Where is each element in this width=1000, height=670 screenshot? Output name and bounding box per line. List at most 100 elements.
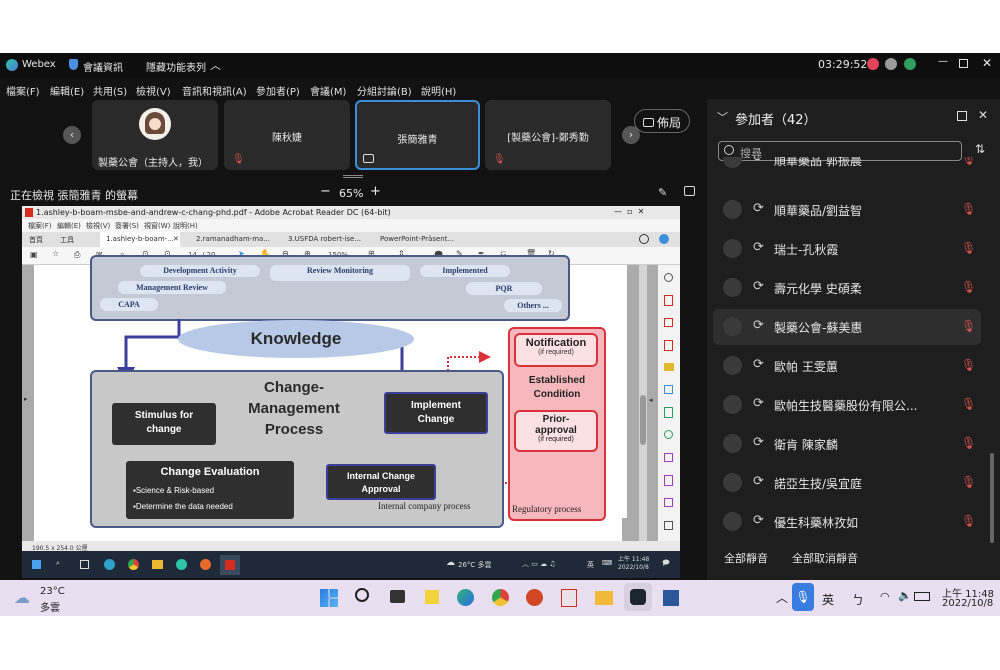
resize-handle[interactable] — [343, 175, 363, 178]
participant-row[interactable]: ⟳ 歐帕 王雯蕙 🎙 — [713, 348, 981, 384]
participant-row[interactable]: ⟳ 瑞士-孔秋霞 🎙 — [713, 231, 981, 267]
participant-row[interactable]: ⟳ 優生科藥林孜如 🎙 — [713, 504, 981, 540]
firefox-icon[interactable] — [200, 559, 211, 570]
acrobat-menu-item[interactable]: 簽署(S) — [115, 221, 139, 231]
video-tile[interactable]: [製藥公會]-鄭秀勤 🎙 — [485, 100, 611, 170]
menu-help[interactable]: 說明(H) — [421, 83, 456, 98]
tool-edit-icon[interactable] — [664, 385, 673, 394]
muted-mic-icon[interactable]: 🎙 — [961, 241, 976, 255]
zoom-out-button[interactable]: − — [320, 184, 331, 199]
account-icon[interactable] — [659, 234, 669, 244]
tool-zoom-icon[interactable] — [664, 273, 673, 282]
edge-icon[interactable] — [457, 589, 474, 606]
tool-export-icon[interactable] — [664, 340, 673, 351]
zoom-in-button[interactable]: + — [370, 184, 381, 199]
tab-tools[interactable]: 工具 — [60, 235, 74, 245]
participant-row[interactable]: ⟳ 歐帕生技醫藥股份有限公... 🎙 — [713, 387, 981, 423]
video-tile[interactable]: 陳秋婕 🎙 — [224, 100, 350, 170]
battery-icon[interactable] — [914, 592, 930, 601]
vertical-scrollbar[interactable] — [639, 265, 647, 541]
participant-row-hovered[interactable]: ⟳ 製藥公會-蘇美惠 🎙 — [713, 309, 981, 345]
notification-icon[interactable]: 🗩 — [662, 559, 670, 570]
menu-edit[interactable]: 編輯(E) — [50, 83, 84, 98]
restore-icon[interactable] — [959, 59, 968, 68]
edge-icon[interactable] — [104, 559, 115, 570]
taskview-icon[interactable] — [390, 590, 405, 603]
volume-icon[interactable]: 🔈 — [898, 589, 912, 602]
menu-file[interactable]: 檔案(F) — [6, 83, 40, 98]
tiles-prev-button[interactable]: ‹ — [63, 126, 81, 144]
chrome-icon[interactable] — [128, 559, 139, 570]
windows-start-icon[interactable] — [32, 560, 41, 569]
doc-tab[interactable]: 3.USFDA robert-ise... — [288, 235, 361, 243]
annotate-icon[interactable]: ✎ — [658, 186, 667, 199]
doc-tab[interactable]: 2.ramanadham-ma... — [196, 235, 270, 243]
word-icon[interactable] — [663, 590, 679, 606]
tab-home[interactable]: 首頁 — [29, 235, 43, 245]
menu-view[interactable]: 檢視(V) — [136, 83, 171, 98]
ime-language[interactable]: 英 — [822, 591, 834, 608]
menu-audio-video[interactable]: 音訊和視訊(A) — [182, 83, 247, 98]
star-icon[interactable]: ☆ — [52, 249, 59, 258]
tool-fill-sign-icon[interactable] — [664, 453, 673, 462]
tool-compress-icon[interactable] — [664, 430, 673, 439]
muted-mic-icon[interactable]: 🎙 — [961, 397, 976, 411]
close-icon[interactable]: ✕ — [982, 56, 992, 70]
muted-mic-icon[interactable]: 🎙 — [961, 475, 976, 489]
print-icon[interactable]: ⎙ — [74, 250, 80, 260]
unmute-all-button[interactable]: 全部取消靜音 — [792, 550, 858, 566]
acrobat-icon[interactable] — [561, 589, 577, 607]
help-icon[interactable] — [639, 234, 649, 244]
muted-mic-icon[interactable]: 🎙 — [961, 436, 976, 450]
menu-meeting[interactable]: 會議(M) — [310, 83, 346, 98]
file-explorer-icon[interactable] — [595, 591, 613, 605]
participant-row[interactable]: ⟳ 壽元化學 史碩柔 🎙 — [713, 270, 981, 306]
popout-icon[interactable] — [957, 111, 967, 121]
acrobat-menu-item[interactable]: 檔案(F) — [28, 221, 52, 231]
muted-mic-icon[interactable]: 🎙 — [961, 280, 976, 294]
doc-tab-active[interactable]: 1.ashley-b-boam-... — [100, 232, 180, 247]
menu-participants[interactable]: 參加者(P) — [256, 83, 300, 98]
close-icon[interactable]: ✕ — [978, 108, 988, 122]
acrobat-task-icon[interactable] — [220, 555, 240, 575]
microphone-icon[interactable]: 🎙 — [792, 583, 814, 611]
ime-mode[interactable]: ㄅ — [852, 591, 864, 608]
acrobat-menu-item[interactable]: 編輯(E) — [57, 221, 81, 231]
tray-icons[interactable]: ︿ ▭ ☁ ♫ — [522, 559, 556, 569]
video-tile-host[interactable]: 製藥公會（主持人，我） — [92, 100, 218, 170]
layout-button[interactable]: 佈局 — [634, 109, 690, 133]
meeting-info-button[interactable]: 會議資訊 — [83, 59, 123, 74]
mute-all-button[interactable]: 全部靜音 — [724, 550, 768, 566]
stats-icon[interactable] — [904, 58, 916, 70]
participant-row[interactable]: ⟳ 順華藥品 郭振晨 🎙 — [713, 157, 981, 175]
search-icon[interactable] — [355, 588, 369, 602]
menu-share[interactable]: 共用(S) — [93, 83, 127, 98]
menu-breakout[interactable]: 分組討論(B) — [357, 83, 412, 98]
tool-protect-icon[interactable] — [664, 475, 673, 486]
chrome-icon[interactable] — [492, 589, 509, 606]
taskview-icon[interactable] — [80, 560, 89, 569]
explorer-icon[interactable] — [152, 560, 163, 569]
save-icon[interactable]: ▣ — [30, 250, 38, 259]
link-icon[interactable] — [885, 58, 897, 70]
muted-mic-icon[interactable]: 🎙 — [961, 514, 976, 528]
sort-icon[interactable]: ⇅ — [975, 142, 985, 156]
acrobat-menu-item[interactable]: 說明(H) — [173, 221, 198, 231]
participant-row[interactable]: ⟳ 諾亞生技/吳宜庭 🎙 — [713, 465, 981, 501]
sticky-notes-icon[interactable] — [425, 590, 439, 604]
muted-mic-icon[interactable]: 🎙 — [961, 358, 976, 372]
tool-comment-icon[interactable] — [664, 363, 674, 371]
webex-active-icon[interactable] — [624, 583, 652, 611]
ime-lang[interactable]: 英 — [587, 560, 594, 570]
participant-row[interactable]: ⟳ 衛肯 陳家麟 🎙 — [713, 426, 981, 462]
tab-close-icon[interactable]: ✕ — [173, 235, 179, 243]
muted-mic-icon[interactable]: 🎙 — [961, 319, 976, 333]
minimize-icon[interactable]: — — [938, 56, 948, 67]
acrobat-menu-item[interactable]: 視窗(W) — [144, 221, 170, 231]
doc-tab[interactable]: PowerPoint-Präsent... — [380, 235, 454, 243]
participants-scrollbar[interactable] — [990, 453, 994, 543]
record-icon[interactable] — [867, 58, 879, 70]
acrobat-menu-item[interactable]: 檢視(V) — [86, 221, 110, 231]
windows-start-icon[interactable] — [320, 589, 338, 607]
right-panel-toggle[interactable]: ◂ — [649, 396, 653, 404]
